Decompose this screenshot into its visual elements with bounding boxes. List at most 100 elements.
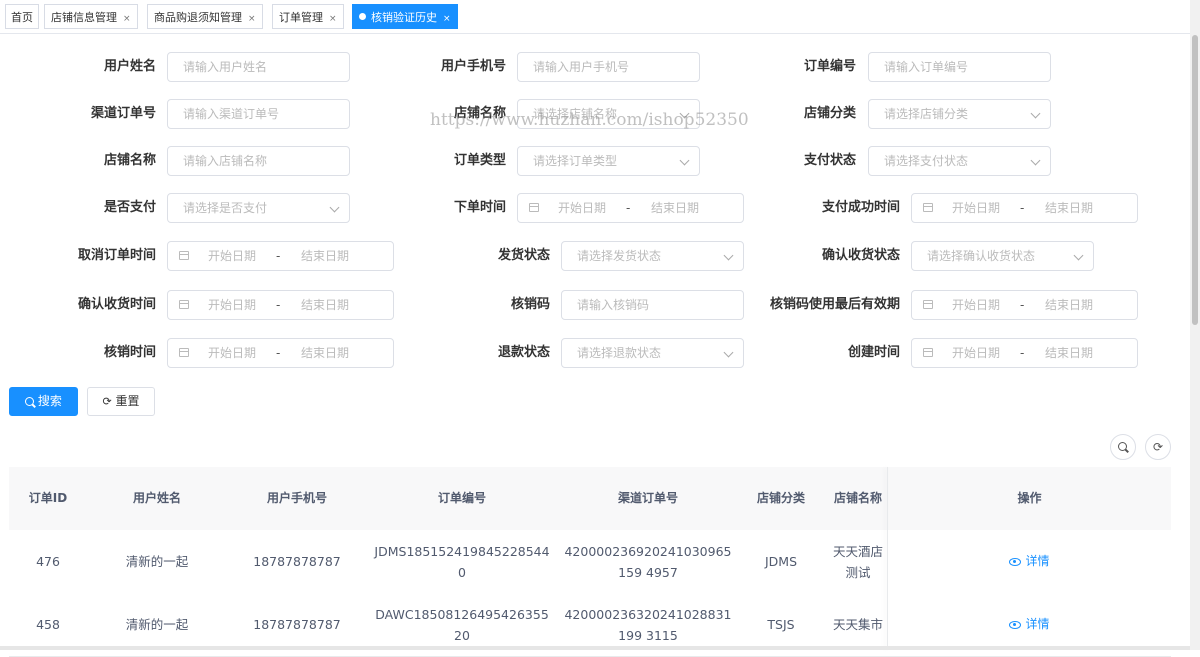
store-category-select[interactable]: 请选择店铺分类 [868,99,1051,129]
verify-code-input[interactable]: 请输入核销码 [561,290,744,320]
tab-order-management[interactable]: 订单管理 × [272,4,344,29]
horizontal-scrollbar[interactable] [0,646,1190,650]
scrollbar-thumb[interactable] [1192,35,1198,325]
range-separator: - [1020,201,1025,215]
ship-status-select[interactable]: 请选择发货状态 [561,241,744,271]
calendar-icon [179,348,189,357]
label-order-no: 订单编号 [803,59,856,74]
code-expiry-range[interactable]: 开始日期 - 结束日期 [911,290,1138,320]
search-button[interactable]: 搜索 [9,387,78,416]
label-verify-code: 核销码 [510,297,550,312]
cell-user-phone: 18787878787 [253,554,341,569]
start-date[interactable]: 开始日期 [208,242,256,270]
label-store-name: 店铺名称 [103,153,156,168]
start-date[interactable]: 开始日期 [208,339,256,367]
tab-label: 店铺信息管理 [51,11,117,24]
col-actions: 操作 [1017,491,1042,505]
close-icon[interactable]: × [248,14,256,24]
eye-icon [1009,620,1022,629]
label-user-name: 用户姓名 [103,59,156,74]
refund-status-select[interactable]: 请选择退款状态 [561,338,744,368]
label-user-phone: 用户手机号 [440,59,506,74]
col-store-name: 店铺名称 [833,491,882,505]
channel-order-no-input[interactable]: 请输入渠道订单号 [167,99,350,129]
end-date[interactable]: 结束日期 [301,339,349,367]
refresh-button[interactable]: ⟳ [1145,434,1171,460]
select-placeholder: 请选择退款状态 [577,346,662,360]
range-separator: - [276,298,281,312]
user-name-input[interactable]: 请输入用户姓名 [167,52,350,82]
tab-store-info[interactable]: 店铺信息管理 × [44,4,138,29]
table-row: 476 清新的一起 18787878787 JDMS18515241984522… [9,530,1171,594]
label-verify-time: 核销时间 [103,345,156,360]
tab-label: 商品购退须知管理 [154,11,242,24]
label-create-time: 创建时间 [847,345,900,360]
store-name-input[interactable]: 请输入店铺名称 [167,146,350,176]
range-separator: - [1020,346,1025,360]
search-icon [25,397,35,406]
fixed-column-divider [887,467,888,650]
refresh-icon: ⟳ [1152,440,1164,454]
cell-store-category: JDMS [764,554,798,569]
calendar-icon [179,251,189,260]
label-confirm-status: 确认收货状态 [821,248,900,263]
end-date[interactable]: 结束日期 [651,194,699,222]
cell-order-no: JDMS1851524198452285440 [374,543,550,580]
reset-button[interactable]: ⟳ 重置 [87,387,155,416]
start-date[interactable]: 开始日期 [558,194,606,222]
active-dot-icon [359,13,366,20]
end-date[interactable]: 结束日期 [301,242,349,270]
tab-verify-history[interactable]: 核销验证历史 × [352,4,458,29]
label-channel-order-no: 渠道订单号 [90,106,156,121]
end-date[interactable]: 结束日期 [1045,194,1093,222]
order-time-range[interactable]: 开始日期 - 结束日期 [517,193,744,223]
col-channel-order-no: 渠道订单号 [617,491,678,505]
cell-user-name: 清新的一起 [125,554,189,569]
close-icon[interactable]: × [329,14,337,24]
order-no-input[interactable]: 请输入订单编号 [868,52,1051,82]
select-placeholder: 请选择订单类型 [533,154,618,168]
calendar-icon [923,348,933,357]
range-separator: - [626,201,631,215]
end-date[interactable]: 结束日期 [1045,291,1093,319]
tab-home[interactable]: 首页 [5,4,39,29]
label-store-category: 店铺分类 [803,106,856,121]
detail-link[interactable]: 详情 [888,530,1171,593]
tab-purchase-notice[interactable]: 商品购退须知管理 × [147,4,263,29]
calendar-icon [179,300,189,309]
range-separator: - [1020,298,1025,312]
is-paid-select[interactable]: 请选择是否支付 [167,193,350,223]
cell-channel-order-no: 420000236920241030965159 4957 [564,543,732,580]
label-is-paid: 是否支付 [103,200,156,215]
order-type-select[interactable]: 请选择订单类型 [517,146,700,176]
user-phone-input[interactable]: 请输入用户手机号 [517,52,700,82]
pay-status-select[interactable]: 请选择支付状态 [868,146,1051,176]
select-placeholder: 请选择店铺分类 [884,107,969,121]
start-date[interactable]: 开始日期 [208,291,256,319]
close-icon[interactable]: × [443,14,451,24]
label-code-expiry: 核销码使用最后有效期 [769,297,900,312]
toggle-search-button[interactable] [1110,434,1136,460]
label-pay-status: 支付状态 [803,153,856,168]
calendar-icon [923,300,933,309]
search-icon [1118,442,1127,451]
pay-success-time-range[interactable]: 开始日期 - 结束日期 [911,193,1138,223]
create-time-range[interactable]: 开始日期 - 结束日期 [911,338,1138,368]
end-date[interactable]: 结束日期 [1045,339,1093,367]
start-date[interactable]: 开始日期 [952,339,1000,367]
close-icon[interactable]: × [123,14,131,24]
col-order-id: 订单ID [28,491,68,505]
select-placeholder: 请选择是否支付 [183,201,268,215]
verify-time-range[interactable]: 开始日期 - 结束日期 [167,338,394,368]
select-placeholder: 请选择发货状态 [577,249,662,263]
start-date[interactable]: 开始日期 [952,194,1000,222]
confirm-status-select[interactable]: 请选择确认收货状态 [911,241,1094,271]
vertical-scrollbar[interactable] [1190,0,1200,650]
cancel-time-range[interactable]: 开始日期 - 结束日期 [167,241,394,271]
label-refund-status: 退款状态 [497,345,550,360]
end-date[interactable]: 结束日期 [301,291,349,319]
start-date[interactable]: 开始日期 [952,291,1000,319]
tab-label: 订单管理 [279,11,323,24]
confirm-time-range[interactable]: 开始日期 - 结束日期 [167,290,394,320]
range-separator: - [276,249,281,263]
